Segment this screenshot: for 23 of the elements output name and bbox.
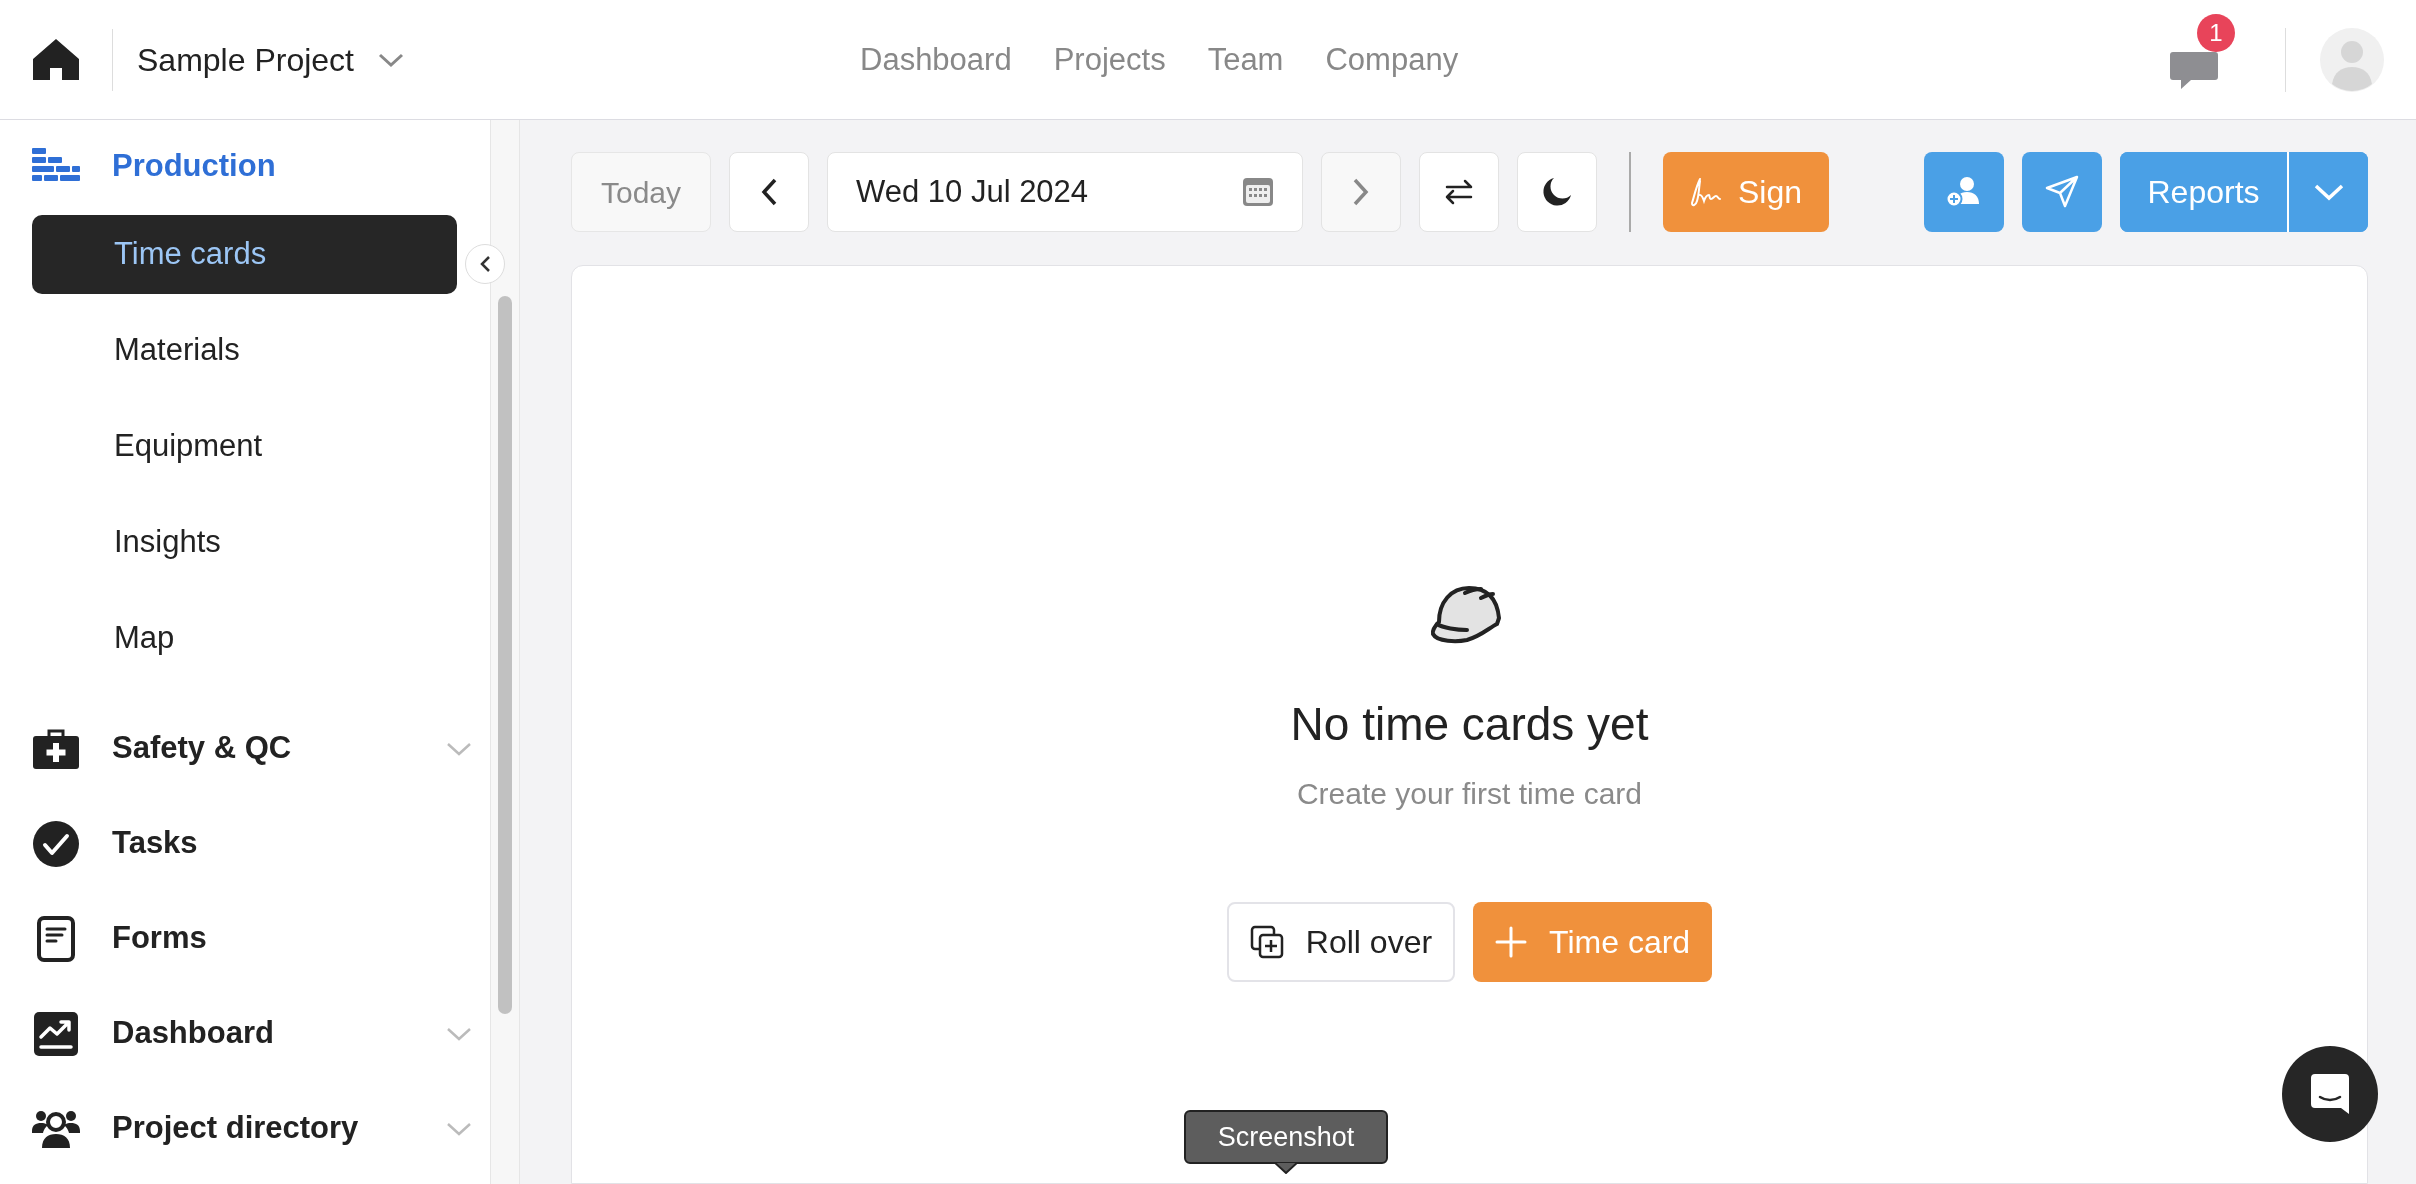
- sidebar-item[interactable]: Materials: [32, 311, 457, 390]
- empty-state-subtitle: Create your first time card: [1296, 776, 1643, 812]
- nav-link[interactable]: Dashboard: [860, 36, 1012, 84]
- sidebar-item[interactable]: Time cards: [32, 215, 457, 294]
- sidebar-section[interactable]: Production: [112, 142, 276, 190]
- empty-state-title: No time cards yet: [1290, 697, 1649, 752]
- nav-link[interactable]: Projects: [1053, 36, 1166, 84]
- sidebar-section[interactable]: Forms: [112, 915, 207, 962]
- nav-link[interactable]: Team: [1207, 36, 1284, 84]
- sidebar-item[interactable]: Map: [32, 599, 457, 678]
- sidebar-section[interactable]: Tasks: [112, 820, 198, 867]
- sidebar-item[interactable]: Equipment: [32, 407, 457, 486]
- messages-button[interactable]: 1: [2169, 17, 2235, 90]
- roll-over-button[interactable]: Roll over: [1226, 902, 1456, 982]
- tooltip: Screenshot: [1184, 1110, 1388, 1164]
- sidebar-item[interactable]: Insights: [32, 503, 457, 582]
- sidebar-section[interactable]: Project directory: [112, 1105, 359, 1152]
- project-selector[interactable]: Sample Project: [137, 35, 404, 84]
- nav-link[interactable]: Company: [1325, 36, 1459, 84]
- sidebar-section[interactable]: Dashboard: [112, 1010, 274, 1057]
- date-field[interactable]: Wed 10 Jul 2024: [827, 152, 1303, 232]
- notification-badge: 1: [2197, 13, 2235, 52]
- sidebar-section[interactable]: Safety & QC: [112, 725, 292, 772]
